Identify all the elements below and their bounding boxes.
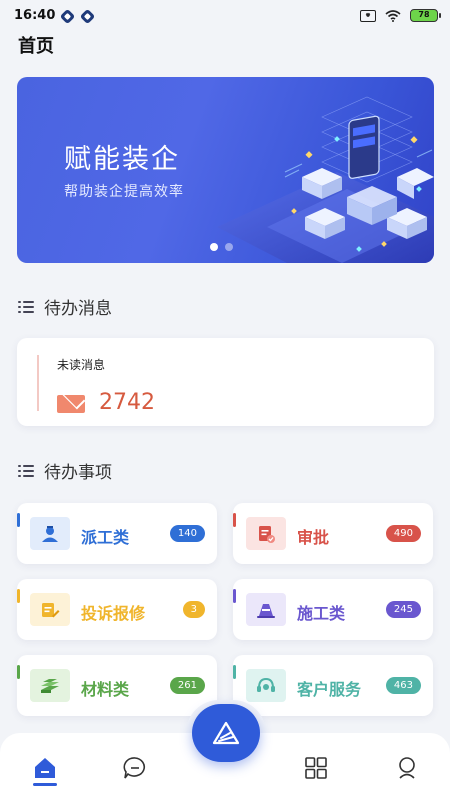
battery-icon: 78 (410, 9, 441, 22)
tile-accent (233, 589, 236, 603)
banner-carousel[interactable]: 赋能装企 帮助装企提高效率 (17, 77, 434, 263)
unread-messages-card[interactable]: 未读消息 2742 (17, 338, 434, 426)
count-badge: 140 (169, 525, 205, 542)
wifi-icon (385, 9, 401, 22)
apps-grid-icon (305, 757, 327, 779)
tile-accent (17, 513, 20, 527)
unread-messages-label: 未读消息 (57, 358, 106, 372)
unread-messages-count: 2742 (99, 390, 155, 415)
tab-profile[interactable] (394, 755, 420, 781)
section-title: 待办消息 (44, 299, 112, 319)
todo-messages-header: 待办消息 (18, 294, 112, 319)
banner-subtitle: 帮助装企提高效率 (64, 184, 184, 200)
carousel-dots (210, 243, 233, 251)
tile-accent (17, 589, 20, 603)
tile-label: 客户服务 (297, 680, 362, 699)
center-action-button[interactable] (192, 704, 260, 762)
list-icon (18, 464, 34, 478)
message-icon (123, 757, 146, 779)
todo-tile-construction[interactable]: 施工类 245 (233, 579, 433, 640)
status-bar: 16:40 78 (0, 0, 450, 32)
tab-home[interactable] (32, 755, 58, 781)
section-title: 待办事项 (44, 463, 112, 483)
carousel-dot-active[interactable] (210, 243, 218, 251)
worker-icon (30, 517, 70, 550)
todo-tile-materials[interactable]: 材料类 261 (17, 655, 217, 716)
materials-stack-icon (30, 669, 70, 702)
count-badge: 463 (385, 677, 421, 694)
todo-tile-complaint[interactable]: 投诉报修 3 (17, 579, 217, 640)
mail-icon (57, 395, 85, 413)
approval-document-icon (246, 517, 286, 550)
banner-title: 赋能装企 (64, 144, 180, 175)
profile-icon (399, 757, 415, 779)
complaint-edit-icon (30, 593, 70, 626)
no-sim-icon (360, 9, 376, 22)
todo-items-header: 待办事项 (18, 458, 112, 483)
home-icon (35, 758, 55, 778)
todo-tile-approval[interactable]: 审批 490 (233, 503, 433, 564)
tile-label: 材料类 (81, 680, 130, 699)
active-tab-indicator (33, 783, 57, 786)
tile-accent (17, 665, 20, 679)
tile-label: 审批 (297, 528, 330, 547)
headset-icon (246, 669, 286, 702)
tile-accent (233, 513, 236, 527)
app-notification-icon (59, 8, 76, 25)
count-badge: 245 (385, 601, 421, 618)
tab-apps[interactable] (303, 755, 329, 781)
app-notification-icon (79, 8, 96, 25)
list-icon (18, 300, 34, 314)
status-time: 16:40 (14, 8, 56, 23)
card-divider (37, 355, 39, 411)
tile-accent (233, 665, 236, 679)
tile-label: 投诉报修 (81, 604, 146, 623)
carousel-dot[interactable] (225, 243, 233, 251)
count-badge: 3 (182, 601, 205, 618)
page-title: 首页 (18, 36, 54, 57)
data-center-illustration (217, 96, 434, 263)
tile-label: 派工类 (81, 528, 130, 547)
count-badge: 261 (169, 677, 205, 694)
traffic-cone-icon (246, 593, 286, 626)
todo-tile-dispatch[interactable]: 派工类 140 (17, 503, 217, 564)
count-badge: 490 (385, 525, 421, 542)
logo-triangle-icon (212, 721, 240, 745)
tab-messages[interactable] (122, 755, 148, 781)
tile-label: 施工类 (297, 604, 346, 623)
todo-tile-customer-service[interactable]: 客户服务 463 (233, 655, 433, 716)
